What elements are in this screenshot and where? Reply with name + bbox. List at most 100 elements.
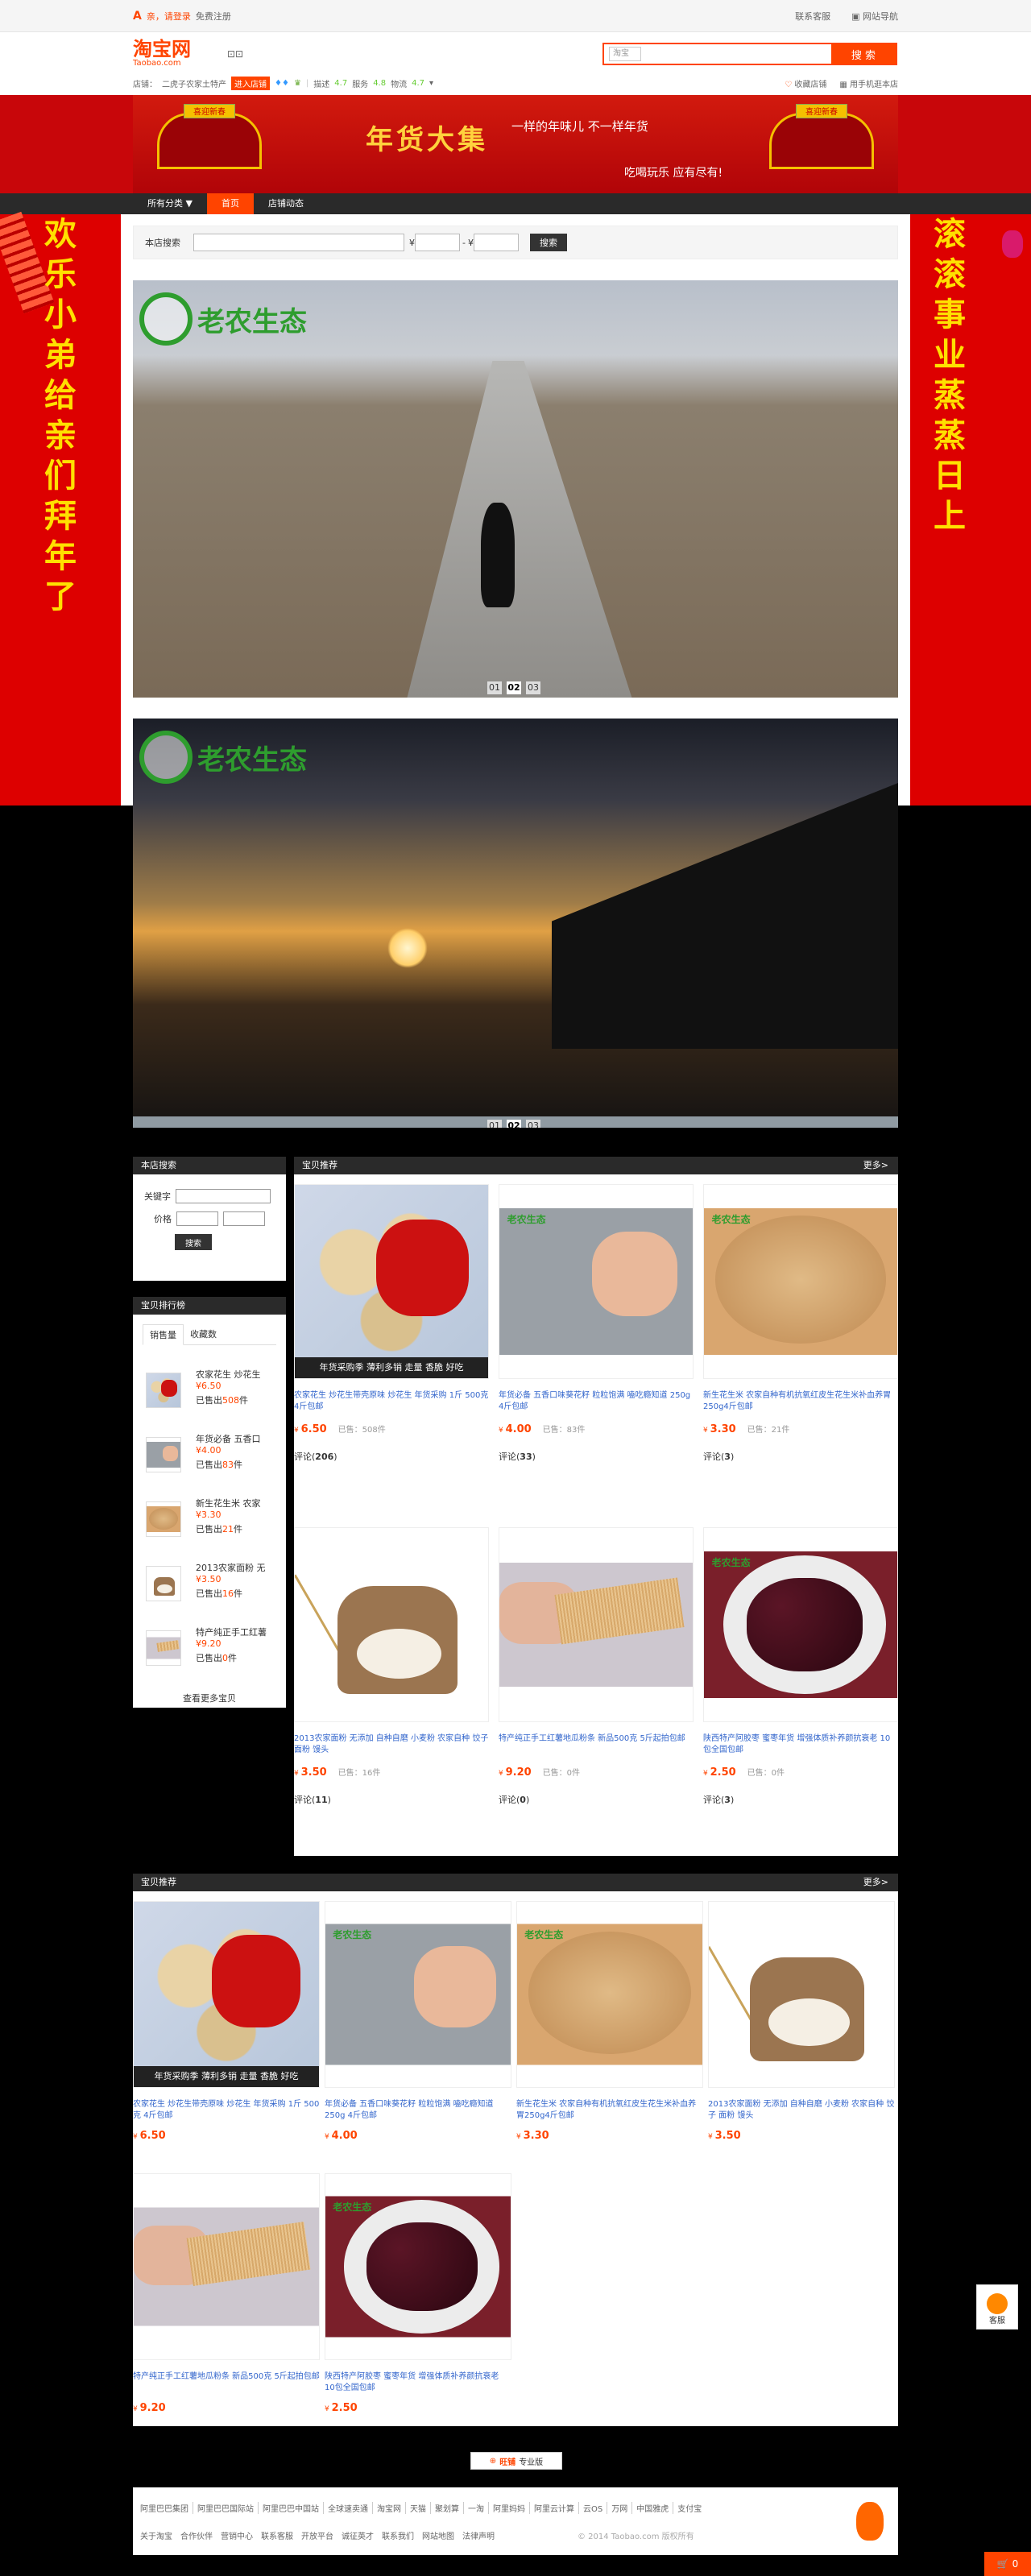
pager-03[interactable]: 03 [526,1120,540,1128]
product-name[interactable]: 农家花生 炒花生带壳原味 炒花生 年货采购 1斤 500克 4斤包邮 [294,1390,489,1413]
pager-01[interactable]: 01 [487,1120,502,1128]
view-more-link[interactable]: 查看更多宝贝 [133,1692,286,1704]
product-name[interactable]: 特产纯正手工红薯地瓜粉条 新品500克 5斤起拍包邮 [133,2371,320,2394]
footer-link[interactable]: 营销中心 [217,2529,257,2541]
product-card[interactable]: 老农生态 陕西特产阿胶枣 蜜枣年货 增强体质补养颜抗衰老 10包全国包邮 ¥ 2… [325,2173,511,2414]
recommend-more-link[interactable]: 更多> [863,1157,888,1174]
pager-02[interactable]: 02 [507,681,521,694]
product-name[interactable]: 特产纯正手工红薯地瓜粉条 新品500克 5斤起拍包邮 [499,1733,694,1756]
footer-link[interactable]: 阿里巴巴国际站 [193,2502,259,2514]
footer-link[interactable]: 联系客服 [257,2529,297,2541]
mobile-icon[interactable]: ⊡⊡ [227,48,243,60]
store-search-button[interactable]: 搜索 [529,234,567,251]
product-image[interactable]: 老农生态 [516,1901,703,2088]
footer-link[interactable]: 联系我们 [378,2529,418,2541]
footer-link[interactable]: 阿里巴巴集团 [136,2502,193,2514]
taobao-logo[interactable]: 淘宝网 Taobao.com [133,39,207,72]
product-card[interactable]: 2013农家面粉 无添加 自种自磨 小麦粉 农家自种 饺子 面粉 馒头 ¥ 3.… [294,1527,489,1806]
carousel-slide-2[interactable]: 老农生态 01 02 03 [133,719,898,1128]
footer-link[interactable]: 网站地图 [418,2529,458,2541]
product-card[interactable]: 老农生态 陕西特产阿胶枣 蜜枣年货 增强体质补养颜抗衰老 10包全国包邮 ¥ 2… [703,1527,898,1806]
product-image[interactable]: 老农生态 [499,1184,694,1379]
cart-button[interactable]: 🛒 0 [984,2552,1031,2576]
customer-service-button[interactable]: 客服 [976,2284,1018,2330]
product-name[interactable]: 年货必备 五香口味葵花籽 粒粒饱满 嗑吃瘾知道 250g 4斤包邮 [325,2099,511,2122]
product-image[interactable]: 老农生态 [703,1184,898,1379]
footer-link[interactable]: 阿里妈妈 [489,2502,530,2514]
product-name[interactable]: 年货必备 五香口味葵花籽 粒粒饱满 嗑吃瘾知道 250g 4斤包邮 [499,1390,694,1413]
footer-link[interactable]: 万网 [607,2502,633,2514]
footer-link[interactable]: 阿里云计算 [530,2502,579,2514]
product-card[interactable]: 老农生态 新生花生米 农家自种有机抗氧红皮生花生米补血养胃250g4斤包邮 ¥ … [516,1901,703,2142]
recommend2-more-link[interactable]: 更多> [863,1874,888,1891]
product-name[interactable]: 2013农家面粉 无添加 自种自磨 小麦粉 农家自种 饺子 面粉 馒头 [294,1733,489,1756]
product-name[interactable]: 新生花生米 农家自种有机抗氧红皮生花生米补血养胃250g4斤包邮 [703,1390,898,1413]
nav-all-categories[interactable]: 所有分类 ▼ [133,193,207,214]
search-button[interactable]: 搜 索 [831,43,896,65]
left-keyword-input[interactable] [176,1189,271,1203]
product-card[interactable]: 2013农家面粉 无添加 自种自磨 小麦粉 农家自种 饺子 面粉 馒头 ¥ 3.… [708,1901,895,2142]
footer-link[interactable]: 中国雅虎 [632,2502,674,2514]
footer-link[interactable]: 天猫 [406,2502,431,2514]
footer-link[interactable]: 关于淘宝 [136,2529,176,2541]
product-card[interactable]: 老农生态 新生花生米 农家自种有机抗氧红皮生花生米补血养胃250g4斤包邮 ¥ … [703,1184,898,1463]
chevron-down-icon[interactable]: ▾ [429,79,433,88]
product-image[interactable] [499,1527,694,1722]
register-link[interactable]: 免费注册 [196,10,231,23]
product-image[interactable]: 老农生态 [703,1527,898,1722]
product-card[interactable]: 老农生态 年货必备 五香口味葵花籽 粒粒饱满 嗑吃瘾知道 250g 4斤包邮 ¥… [325,1901,511,2142]
footer-link[interactable]: 合作伙伴 [176,2529,217,2541]
product-image[interactable] [294,1527,489,1722]
wangpu-badge[interactable]: ⊕ 旺铺 专业版 [470,2452,562,2470]
product-image[interactable] [708,1901,895,2088]
price-min-input[interactable] [415,234,460,251]
footer-link[interactable]: 聚划算 [431,2502,464,2514]
shop-name-link[interactable]: 二虎子农家土特产 [162,77,226,89]
product-image[interactable] [133,2173,320,2360]
fav-shop-link[interactable]: ♡ 收藏店铺 [785,77,826,89]
footer-link[interactable]: 支付宝 [673,2502,706,2514]
rank-item[interactable]: 农家花生 炒花生 ¥6.50 已售出508件 [146,1365,283,1421]
left-search-button[interactable]: 搜索 [175,1234,212,1250]
footer-link[interactable]: 开放平台 [297,2529,337,2541]
pager-01[interactable]: 01 [487,681,502,694]
search-input[interactable] [646,46,831,62]
rank-item[interactable]: 2013农家面粉 无 ¥3.50 已售出16件 [146,1558,283,1614]
tab-sales[interactable]: 销售量 [143,1324,184,1345]
nav-shop-news[interactable]: 店铺动态 [254,193,318,214]
price-max-input[interactable] [473,234,519,251]
footer-link[interactable]: 云OS [579,2502,608,2514]
mobile-shop-link[interactable]: ▦ 用手机逛本店 [839,77,898,89]
footer-link[interactable]: 诚征英才 [337,2529,378,2541]
product-name[interactable]: 陕西特产阿胶枣 蜜枣年货 增强体质补养颜抗衰老 10包全国包邮 [325,2371,511,2394]
left-price-max[interactable] [223,1211,265,1226]
pager-03[interactable]: 03 [526,681,540,694]
product-name[interactable]: 陕西特产阿胶枣 蜜枣年货 增强体质补养颜抗衰老 10包全国包邮 [703,1733,898,1756]
left-price-min[interactable] [176,1211,218,1226]
rank-item[interactable]: 特产纯正手工红薯 ¥9.20 已售出0件 [146,1622,283,1679]
product-image[interactable]: 老农生态 [325,1901,511,2088]
product-card[interactable]: 年货采购季 薄利多销 走量 香脆 好吃 农家花生 炒花生带壳原味 炒花生 年货采… [294,1184,489,1463]
product-name[interactable]: 2013农家面粉 无添加 自种自磨 小麦粉 农家自种 饺子 面粉 馒头 [708,2099,895,2122]
rank-item[interactable]: 新生花生米 农家 ¥3.30 已售出21件 [146,1493,283,1550]
product-card[interactable]: 特产纯正手工红薯地瓜粉条 新品500克 5斤起拍包邮 ¥ 9.20 [133,2173,320,2414]
store-search-keyword[interactable] [193,234,404,251]
pager-02[interactable]: 02 [507,1120,521,1128]
footer-link[interactable]: 法律声明 [458,2529,499,2541]
footer-link[interactable]: 阿里巴巴中国站 [259,2502,324,2514]
product-card[interactable]: 特产纯正手工红薯地瓜粉条 新品500克 5斤起拍包邮 ¥ 9.20 已售：0件 评… [499,1527,694,1806]
product-image[interactable]: 年货采购季 薄利多销 走量 香脆 好吃 [294,1184,489,1379]
product-card[interactable]: 年货采购季 薄利多销 走量 香脆 好吃 农家花生 炒花生带壳原味 炒花生 年货采… [133,1901,320,2142]
carousel-slide-1[interactable]: 老农生态 01 02 03 [133,280,898,698]
footer-link[interactable]: 全球速卖通 [324,2502,373,2514]
product-image[interactable]: 年货采购季 薄利多销 走量 香脆 好吃 [133,1901,320,2088]
product-image[interactable]: 老农生态 [325,2173,511,2360]
contact-service-link[interactable]: 联系客服 [795,10,830,23]
product-card[interactable]: 老农生态 年货必备 五香口味葵花籽 粒粒饱满 嗑吃瘾知道 250g 4斤包邮 ¥… [499,1184,694,1463]
product-name[interactable]: 农家花生 炒花生带壳原味 炒花生 年货采购 1斤 500克 4斤包邮 [133,2099,320,2122]
nav-home[interactable]: 首页 [206,193,254,214]
product-name[interactable]: 新生花生米 农家自种有机抗氧红皮生花生米补血养胃250g4斤包邮 [516,2099,703,2122]
footer-link[interactable]: 淘宝网 [373,2502,406,2514]
login-link[interactable]: 亲，请登录 [147,10,191,23]
site-nav-link[interactable]: ▣ 网站导航 [851,10,898,23]
